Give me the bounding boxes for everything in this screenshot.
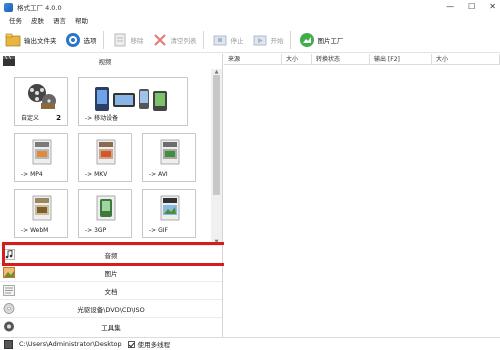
output-folder-icon: [5, 32, 21, 48]
avi-file-icon: [158, 138, 182, 168]
category-disc-drive[interactable]: 光驱设备\DVD\CD\ISO: [0, 299, 222, 317]
mkv-file-icon: [94, 138, 118, 168]
minimize-button[interactable]: —: [446, 2, 454, 11]
audio-highlight-box: [2, 242, 228, 266]
category-scrollbar[interactable]: ▲ ▼: [211, 69, 222, 245]
column-size[interactable]: 大小: [282, 54, 312, 64]
webm-file-icon: [30, 194, 54, 224]
options-icon: [65, 32, 81, 48]
menu-task[interactable]: 任务: [9, 15, 22, 25]
close-button[interactable]: ✕: [489, 2, 496, 11]
video-format-grid: 自定义 2 -> 移动设备 -> MP4 -> MKV -> AVI -> We…: [0, 69, 210, 245]
format-tile-mkv[interactable]: -> MKV: [78, 133, 132, 182]
menu-language[interactable]: 语言: [53, 15, 66, 25]
format-tile-webm[interactable]: -> WebM: [14, 189, 68, 238]
toolbar-separator: [289, 30, 291, 49]
category-document[interactable]: 文档: [0, 281, 222, 299]
menu-help[interactable]: 帮助: [75, 15, 88, 25]
menu-skin[interactable]: 皮肤: [31, 15, 44, 25]
format-tile-avi[interactable]: -> AVI: [142, 133, 196, 182]
category-panel: 视频 自定义 2 -> 移动设备 -> MP4 -> MKV -> AVI ->…: [0, 54, 223, 337]
start-icon: [252, 32, 268, 48]
window-title: 格式工厂 4.0.0: [17, 4, 62, 12]
column-output-size[interactable]: 大小: [432, 54, 500, 64]
video-section-label: 视频: [98, 58, 112, 66]
options-button[interactable]: 选项: [62, 29, 100, 51]
video-section-header[interactable]: 视频: [0, 54, 210, 68]
mobile-devices-icon: [93, 83, 173, 115]
app-icon: [4, 2, 13, 12]
column-output[interactable]: 输出 [F2]: [370, 54, 432, 64]
folder-path-icon: [4, 339, 13, 349]
gif-file-icon: [158, 194, 182, 224]
format-tile-gif[interactable]: -> GIF: [142, 189, 196, 238]
toolbar: 输出文件夹 选项 移除 清空列表 停止 开始 图片工厂: [0, 27, 500, 53]
stop-icon: [212, 32, 228, 48]
toolbar-separator: [202, 30, 204, 49]
format-tile-mobile[interactable]: -> 移动设备: [78, 77, 188, 126]
column-status[interactable]: 转换状态: [312, 54, 370, 64]
title-bar: 格式工厂 4.0.0 — ☐ ✕: [0, 0, 500, 14]
film-reels-icon: [27, 83, 57, 113]
start-button[interactable]: 开始: [249, 29, 287, 51]
output-folder-button[interactable]: 输出文件夹: [2, 29, 60, 51]
multithread-checkbox[interactable]: [127, 340, 135, 348]
stop-button[interactable]: 停止: [209, 29, 247, 51]
menu-bar: 任务 皮肤 语言 帮助: [0, 14, 500, 26]
maximize-button[interactable]: ☐: [468, 2, 475, 11]
3gp-file-icon: [94, 194, 118, 224]
mp4-file-icon: [30, 138, 54, 168]
output-path: C:\Users\Administrator\Desktop: [19, 340, 122, 348]
scroll-thumb[interactable]: [213, 75, 220, 195]
clear-list-icon: [152, 32, 168, 48]
multithread-label: 使用多线程: [137, 341, 171, 349]
remove-icon: [112, 32, 128, 48]
category-toolbox[interactable]: 工具集: [0, 317, 222, 335]
column-source[interactable]: 来源: [224, 54, 282, 64]
clear-list-button[interactable]: 清空列表: [149, 29, 200, 51]
toolbar-separator: [102, 30, 104, 49]
task-list: 来源 大小 转换状态 输出 [F2] 大小: [224, 54, 500, 337]
remove-button[interactable]: 移除: [109, 29, 147, 51]
custom-count-badge: 2: [56, 114, 61, 122]
window-controls: — ☐ ✕: [446, 2, 496, 11]
picture-factory-icon: [299, 32, 315, 48]
status-bar: C:\Users\Administrator\Desktop 使用多线程: [0, 337, 500, 350]
format-tile-custom[interactable]: 自定义 2: [14, 77, 68, 126]
task-list-header: 来源 大小 转换状态 输出 [F2] 大小: [224, 54, 500, 65]
format-tile-mp4[interactable]: -> MP4: [14, 133, 68, 182]
picture-factory-button[interactable]: 图片工厂: [296, 29, 347, 51]
format-tile-3gp[interactable]: -> 3GP: [78, 189, 132, 238]
